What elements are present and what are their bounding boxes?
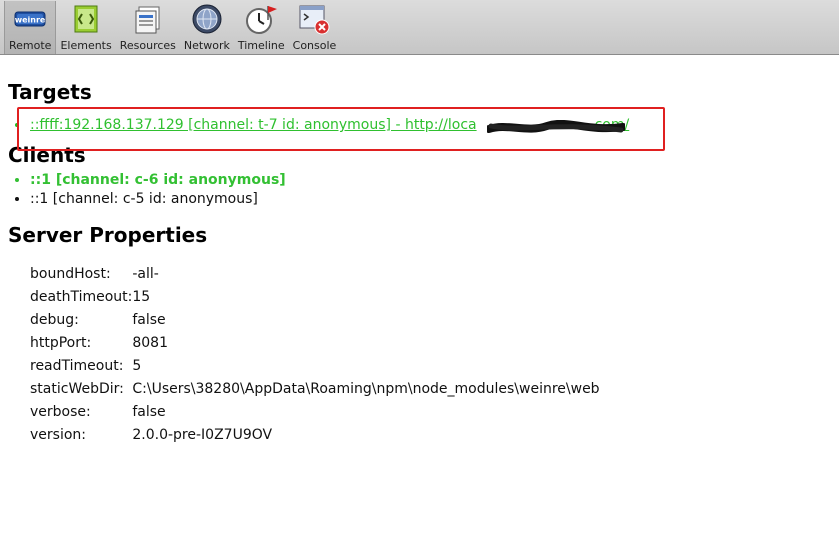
toolbar: weinre Remote Elements Resources Network [0, 0, 839, 55]
client-item-active[interactable]: ::1 [channel: c-6 id: anonymous] [30, 171, 839, 190]
property-row: staticWebDir: C:\Users\38280\AppData\Roam… [30, 377, 600, 400]
timeline-icon [246, 6, 278, 34]
property-row: version: 2.0.0-pre-I0Z7U9OV [30, 423, 600, 446]
console-icon [299, 5, 330, 35]
main-content: Targets ::ffff:192.168.137.129 [channel:… [0, 80, 839, 446]
server-properties-table: boundHost: -all-deathTimeout: 15 debug: fals… [30, 262, 600, 446]
property-value: false [132, 311, 166, 328]
property-key: verbose: [30, 403, 91, 420]
toolbar-item-console[interactable]: Console [289, 1, 341, 54]
property-key: deathTimeout: [30, 288, 133, 305]
toolbar-item-remote[interactable]: weinre Remote [4, 1, 57, 54]
client-item[interactable]: ::1 [channel: c-5 id: anonymous] [30, 190, 839, 209]
toolbar-item-timeline[interactable]: Timeline [234, 1, 289, 54]
property-value: 15 [132, 288, 151, 305]
property-row: boundHost: -all- [30, 262, 600, 285]
property-key: staticWebDir: [30, 380, 124, 397]
resources-icon [135, 6, 160, 34]
property-row: verbose: false [30, 400, 600, 423]
network-icon [192, 4, 222, 34]
property-key: version: [30, 426, 86, 443]
weinre-logo-icon: weinre [14, 11, 46, 27]
property-row: httpPort: 8081 [30, 331, 600, 354]
toolbar-label: Remote [9, 39, 52, 52]
server-properties-heading: Server Properties [8, 223, 208, 247]
elements-icon [74, 5, 98, 33]
toolbar-label: Console [292, 39, 337, 52]
property-value: 2.0.0-pre-I0Z7U9OV [132, 426, 273, 443]
property-row: debug: false [30, 308, 600, 331]
toolbar-label: Timeline [237, 39, 285, 52]
property-value: 8081 [132, 334, 168, 351]
property-key: readTimeout: [30, 357, 124, 374]
toolbar-label: Elements [60, 39, 112, 52]
toolbar-label: Network [183, 39, 230, 52]
clients-list: ::1 [channel: c-6 id: anonymous] ::1 [ch… [8, 171, 839, 209]
property-row: deathTimeout: 15 [30, 285, 600, 308]
toolbar-item-network[interactable]: Network [180, 1, 234, 54]
svg-text:weinre: weinre [15, 16, 46, 25]
property-value: 5 [132, 357, 142, 374]
property-key: debug: [30, 311, 79, 328]
toolbar-label: Resources [119, 39, 176, 52]
property-value: C:\Users\38280\AppData\Roaming\npm\node_… [132, 380, 600, 397]
toolbar-item-resources[interactable]: Resources [116, 1, 180, 54]
targets-heading: Targets [8, 80, 92, 104]
toolbar-item-elements[interactable]: Elements [56, 1, 115, 54]
targets-section: ::ffff:192.168.137.129 [channel: t-7 id:… [8, 107, 839, 151]
property-value: false [132, 403, 166, 420]
redaction-scribble [487, 120, 625, 133]
property-key: boundHost: [30, 265, 111, 282]
property-row: readTimeout: 5 [30, 354, 600, 377]
property-key: httpPort: [30, 334, 92, 351]
property-value: -all- [132, 265, 159, 282]
